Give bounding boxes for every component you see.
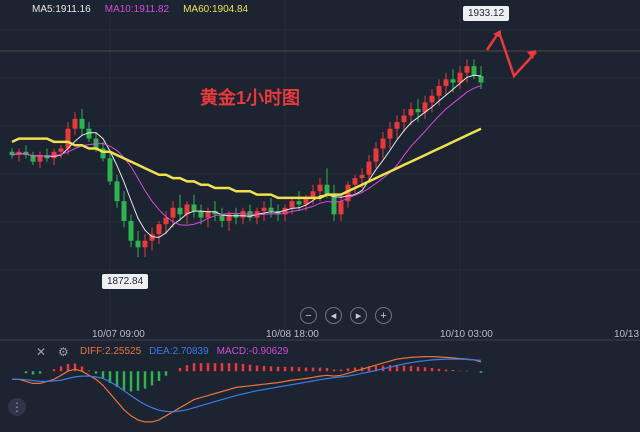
candle-body: [156, 224, 162, 235]
close-icon[interactable]: ✕: [36, 345, 46, 359]
candle-body: [261, 207, 267, 212]
ma60-legend: MA60:1904.84: [183, 4, 249, 15]
candle-body: [443, 79, 449, 86]
candle-body: [65, 128, 71, 149]
x-tick-label: 10/10 03:00: [440, 329, 493, 340]
candle-body: [142, 240, 148, 248]
gear-icon[interactable]: ⚙: [58, 345, 69, 359]
candle-body: [471, 66, 477, 76]
candle-body: [380, 138, 386, 149]
candle-body: [478, 76, 484, 83]
candle-body: [170, 207, 176, 218]
candle-body: [436, 85, 442, 96]
macd-legend: DIFF:2.25525 DEA:2.70839 MACD:-0.90629: [80, 346, 288, 357]
candle-body: [79, 118, 85, 129]
candle-body: [163, 217, 169, 225]
diff-legend: DIFF:2.25525: [80, 346, 142, 357]
candle-body: [408, 108, 414, 116]
zoom-out-button[interactable]: −: [300, 307, 317, 324]
dea-legend: DEA:2.70839: [149, 346, 209, 357]
candle-body: [429, 95, 435, 103]
candle-body: [191, 204, 197, 212]
candle-body: [317, 184, 323, 192]
x-tick-label: 10/07 09:00: [92, 329, 145, 340]
next-button[interactable]: ▸: [350, 307, 367, 324]
candle-body: [177, 207, 183, 215]
ma5-legend: MA5:1911.16: [32, 4, 91, 15]
candle-body: [198, 211, 204, 218]
ma-legend: MA5:1911.16 MA10:1911.82 MA60:1904.84: [32, 4, 248, 15]
prev-button[interactable]: ◂: [325, 307, 342, 324]
x-tick-label: 10/08 18:00: [266, 329, 319, 340]
low-price-label: 1872.84: [102, 274, 149, 289]
candle-body: [394, 122, 400, 129]
macd-value-legend: MACD:-0.90629: [216, 346, 289, 357]
drawing-tool-icon[interactable]: ⋮: [8, 398, 26, 416]
chart-canvas: [0, 0, 640, 423]
high-price-label: 1933.12: [463, 6, 510, 21]
ma10-legend: MA10:1911.82: [104, 4, 170, 15]
candle-body: [107, 158, 113, 182]
candle-body: [324, 184, 330, 195]
candle-body: [268, 207, 274, 212]
candle-body: [121, 201, 127, 221]
candle-body: [415, 108, 421, 113]
candle-body: [114, 181, 120, 202]
candle-body: [464, 66, 470, 73]
x-tick-label: 10/13: [614, 329, 640, 340]
candle-body: [373, 148, 379, 162]
candle-body: [135, 240, 141, 248]
candle-body: [58, 148, 64, 152]
candle-body: [450, 79, 456, 83]
candle-body: [289, 201, 295, 208]
candle-body: [359, 174, 365, 179]
zoom-in-button[interactable]: +: [375, 307, 392, 324]
candle-body: [387, 128, 393, 139]
chart-stage: MA5:1911.16 MA10:1911.82 MA60:1904.84 黄金…: [0, 0, 640, 432]
candle-body: [240, 211, 246, 218]
candle-body: [338, 201, 344, 215]
candle-body: [366, 161, 372, 175]
candle-body: [296, 201, 302, 205]
candle-body: [352, 178, 358, 185]
ma60-line: [11, 127, 482, 200]
candle-body: [401, 115, 407, 123]
candle-body: [72, 118, 78, 129]
chart-annotation: 黄金1小时图: [200, 88, 301, 108]
candle-body: [331, 194, 337, 215]
candle-body: [128, 220, 134, 241]
